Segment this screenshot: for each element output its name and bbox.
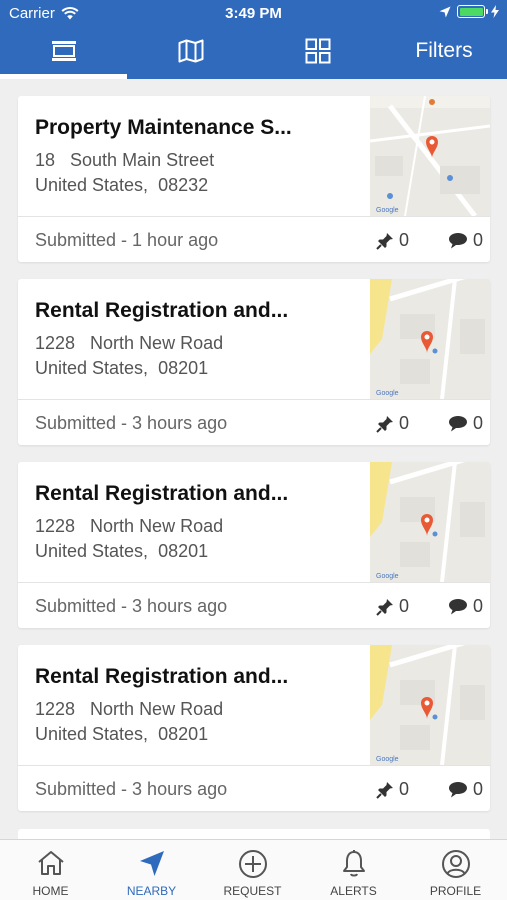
map-thumbnail[interactable]: Google: [370, 462, 490, 582]
map-thumbnail-graphic: Google: [370, 462, 490, 582]
request-status: Submitted - 3 hours ago: [35, 413, 228, 433]
request-address-country: United States, 08201: [35, 724, 209, 744]
tab-grid-view[interactable]: [254, 28, 381, 74]
pushpin-icon: [376, 598, 393, 616]
bell-icon: [342, 850, 365, 877]
svg-text:Google: Google: [376, 207, 399, 214]
card-divider: [18, 216, 490, 217]
comment-icon: [449, 782, 467, 798]
pin-count[interactable]: 0: [376, 779, 409, 800]
request-card[interactable]: Rental Registration and... 1228 North Ne…: [18, 462, 490, 628]
pin-count[interactable]: 0: [376, 596, 409, 617]
comment-count[interactable]: 0: [448, 596, 483, 617]
request-address-street: 1228 North New Road: [35, 699, 224, 719]
map-thumbnail-graphic: Google: [370, 96, 490, 216]
pin-count[interactable]: 0: [376, 230, 409, 251]
pin-count-value: 0: [399, 596, 410, 616]
pushpin-icon: [376, 781, 393, 799]
pin-count-value: 0: [399, 413, 410, 433]
map-thumbnail-graphic: Google: [370, 279, 490, 399]
pin-count-value: 0: [399, 779, 410, 799]
tab-list-view[interactable]: [0, 28, 127, 74]
comment-count-value: 0: [473, 779, 484, 799]
nav-nearby[interactable]: NEARBY: [101, 840, 202, 900]
map-thumbnail[interactable]: Google: [370, 279, 490, 399]
request-address-country: United States, 08232: [35, 175, 209, 195]
view-switcher-bar: Filters: [0, 28, 507, 79]
location-services-icon: [439, 6, 451, 17]
request-address-street: 1228 North New Road: [35, 333, 224, 353]
nav-request[interactable]: REQUEST: [202, 840, 303, 900]
map-thumbnail-graphic: Google: [370, 645, 490, 765]
map-thumbnail[interactable]: Google: [370, 645, 490, 765]
request-title: Rental Registration and...: [35, 665, 289, 688]
status-bar: Carrier 3:49 PM: [0, 0, 507, 28]
request-status: Submitted - 3 hours ago: [35, 779, 228, 799]
nav-alerts[interactable]: ALERTS: [303, 840, 404, 900]
nav-profile[interactable]: PROFILE: [404, 840, 507, 900]
battery-icon: [457, 5, 488, 18]
request-list[interactable]: Property Maintenance S... 18 South Main …: [0, 79, 507, 839]
nav-home-label: HOME: [32, 884, 69, 898]
nav-profile-label: PROFILE: [429, 884, 482, 898]
comment-count-value: 0: [473, 596, 484, 616]
comment-count-value: 0: [473, 413, 484, 433]
request-status: Submitted - 3 hours ago: [35, 596, 228, 616]
svg-text:Google: Google: [376, 573, 399, 580]
comment-count-value: 0: [473, 230, 484, 250]
clock: 3:49 PM: [225, 5, 282, 22]
comment-count[interactable]: 0: [448, 779, 483, 800]
request-card[interactable]: Rental Registration and... 1228 North Ne…: [18, 279, 490, 445]
comment-icon: [449, 599, 467, 615]
svg-text:Google: Google: [376, 390, 399, 397]
nav-alerts-label: ALERTS: [330, 884, 377, 898]
request-address-country: United States, 08201: [35, 541, 209, 561]
svg-text:Google: Google: [376, 756, 399, 763]
home-icon: [37, 851, 64, 875]
nav-request-label: REQUEST: [223, 884, 282, 898]
plus-circle-icon: [238, 850, 267, 878]
comment-count[interactable]: 0: [448, 230, 483, 251]
comment-icon: [449, 416, 467, 432]
card-divider: [18, 582, 490, 583]
user-icon: [441, 850, 470, 878]
filters-button[interactable]: Filters: [381, 28, 507, 74]
pushpin-icon: [376, 415, 393, 433]
request-address-street: 1228 North New Road: [35, 516, 224, 536]
request-title: Property Maintenance S...: [35, 116, 292, 139]
request-title: Rental Registration and...: [35, 482, 289, 505]
grid-icon: [305, 38, 330, 64]
list-icon: [51, 41, 76, 61]
map-thumbnail[interactable]: Google: [370, 96, 490, 216]
pin-count-value: 0: [399, 230, 410, 250]
request-card[interactable]: Property Maintenance S... 18 South Main …: [18, 96, 490, 262]
request-address-street: 18 South Main Street: [35, 150, 215, 170]
pushpin-icon: [376, 232, 393, 250]
card-divider: [18, 399, 490, 400]
pin-count[interactable]: 0: [376, 413, 409, 434]
map-icon: [178, 39, 203, 63]
charging-bolt-icon: [491, 5, 499, 18]
request-title: Rental Registration and...: [35, 299, 289, 322]
bottom-navigation: HOME NEARBY REQUEST ALERTS PROFILE: [0, 839, 507, 900]
comment-count[interactable]: 0: [448, 413, 483, 434]
request-card-partial[interactable]: [18, 829, 490, 839]
nav-nearby-label: NEARBY: [126, 884, 177, 898]
nav-home[interactable]: HOME: [0, 840, 101, 900]
status-right-icons: [439, 5, 499, 18]
request-status: Submitted - 1 hour ago: [35, 230, 219, 250]
card-divider: [18, 765, 490, 766]
navigation-arrow-icon: [139, 851, 164, 876]
request-card[interactable]: Rental Registration and... 1228 North Ne…: [18, 645, 490, 811]
request-address-country: United States, 08201: [35, 358, 209, 378]
comment-icon: [449, 233, 467, 249]
tab-map-view[interactable]: [127, 28, 254, 74]
